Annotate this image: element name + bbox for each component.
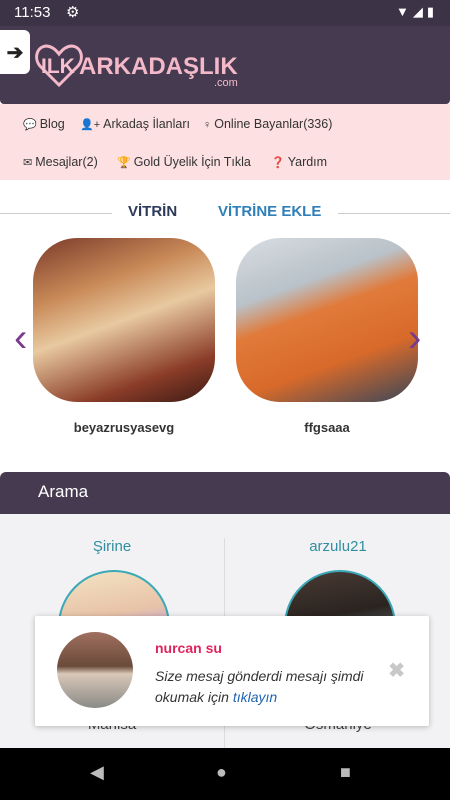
- vitrin-tabs: VİTRİN VİTRİNE EKLE: [0, 203, 450, 225]
- home-icon[interactable]: ●: [216, 762, 227, 783]
- close-icon[interactable]: ✖: [388, 658, 405, 683]
- comment-icon: 💬: [23, 119, 37, 131]
- vitrin-card-photo[interactable]: [236, 238, 418, 402]
- recents-icon[interactable]: ■: [340, 762, 351, 783]
- notification-link[interactable]: tıklayın: [233, 689, 277, 705]
- notification-sender: nurcan su: [155, 640, 222, 656]
- user-plus-icon: 👤+: [80, 119, 101, 131]
- system-status-icons: ▼◢▮: [395, 4, 438, 19]
- carousel-prev-arrow-icon[interactable]: ‹: [14, 318, 27, 358]
- nav-item-gold-uyelik[interactable]: 🏆 Gold Üyelik İçin Tıkla: [117, 155, 251, 169]
- envelope-icon: ✉: [23, 157, 33, 169]
- tab-vitrine-ekle[interactable]: VİTRİNE EKLE: [218, 203, 321, 220]
- nav-item-mesajlar[interactable]: ✉ Mesajlar(2): [23, 155, 98, 169]
- vitrin-card-photo[interactable]: [33, 238, 215, 402]
- nav-item-yardim[interactable]: ❓ Yardım: [271, 155, 327, 169]
- search-section-title: Arama: [38, 482, 89, 501]
- nav-menu: 💬 Blog 👤+ Arkadaş İlanları ♀ Online Bayanla…: [0, 104, 450, 180]
- vitrin-card-username[interactable]: ffgsaaa: [236, 420, 418, 435]
- carousel-next-arrow-icon[interactable]: ›: [408, 318, 421, 358]
- gear-icon: ⚙: [66, 4, 80, 21]
- divider: [0, 213, 112, 214]
- arrow-right-icon[interactable]: ➔: [0, 30, 30, 74]
- result-username[interactable]: Şirine: [0, 538, 224, 555]
- system-nav-bar: ◀ ● ■: [0, 748, 450, 800]
- vitrin-card-username[interactable]: beyazrusyasevg: [33, 420, 215, 435]
- nav-item-arkadas-ilanlari[interactable]: 👤+ Arkadaş İlanları: [80, 117, 190, 131]
- nav-item-blog[interactable]: 💬 Blog: [23, 117, 65, 131]
- site-logo[interactable]: ILK ARKADAŞLIK .com: [34, 37, 244, 95]
- notification-avatar: [57, 632, 133, 708]
- result-username[interactable]: arzulu21: [226, 538, 450, 555]
- search-section-header[interactable]: Arama: [0, 472, 450, 514]
- message-notification[interactable]: nurcan su Size mesaj gönderdi mesajı şim…: [35, 616, 429, 726]
- question-icon: ❓: [271, 157, 285, 169]
- notification-text: Size mesaj gönderdi mesajı şimdi okumak …: [155, 668, 364, 705]
- female-icon: ♀: [203, 119, 212, 131]
- divider: [338, 213, 450, 214]
- status-bar: 11:53 ⚙ ▼◢▮: [0, 0, 450, 26]
- back-icon[interactable]: ◀: [90, 762, 104, 783]
- trophy-icon: 🏆: [117, 157, 131, 169]
- tab-vitrin[interactable]: VİTRİN: [128, 203, 177, 220]
- nav-item-online-bayanlar[interactable]: ♀ Online Bayanlar(336): [203, 117, 332, 131]
- logo-ilk-text: ILK: [41, 55, 75, 78]
- logo-com-text: .com: [214, 77, 238, 89]
- status-time: 11:53: [14, 4, 51, 21]
